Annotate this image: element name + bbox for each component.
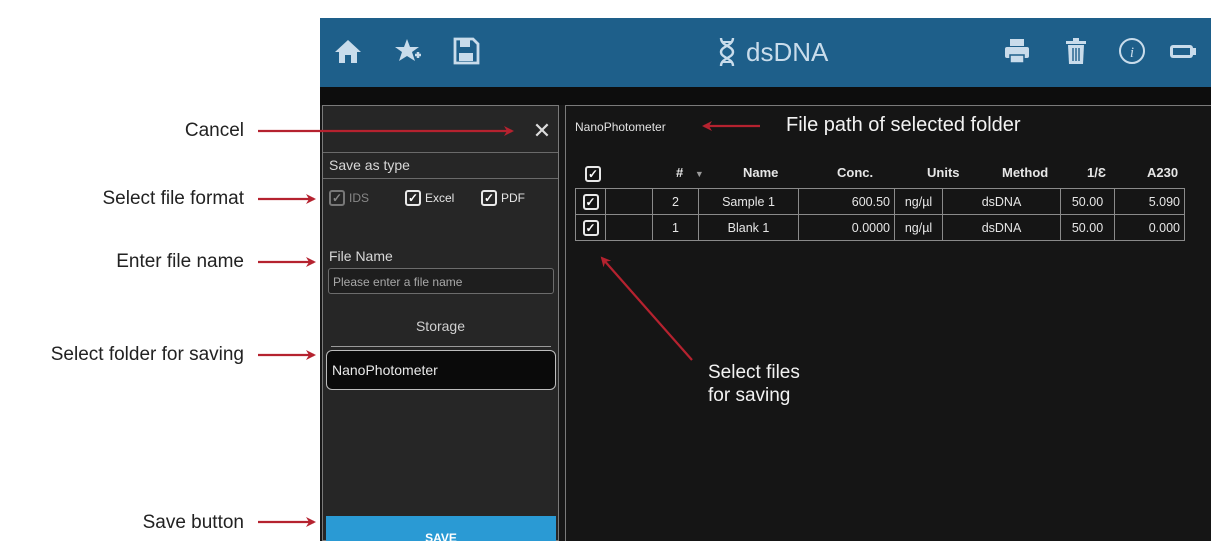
checkbox-check-icon: ✓ (481, 190, 497, 206)
folder-path: NanoPhotometer (575, 120, 666, 134)
printer-icon[interactable] (1002, 36, 1032, 66)
annotation-enter-file-name: Enter file name (116, 251, 244, 272)
checkbox-check-icon: ✓ (329, 190, 345, 206)
column-header-a230[interactable]: A230 (1147, 165, 1178, 180)
storage-label: Storage (415, 318, 466, 334)
info-icon[interactable]: i (1117, 36, 1147, 66)
results-table: ✓ 2 Sample 1 600.50 ng/µl dsDNA 50.00 5.… (575, 188, 1185, 241)
cell-conc: 0.0000 (798, 214, 895, 241)
checkbox-check-icon: ✓ (405, 190, 421, 206)
column-header-inv-e[interactable]: 1/Ɛ (1087, 165, 1106, 180)
app-title: dsDNA (718, 32, 828, 72)
cell-conc: 600.50 (798, 188, 895, 215)
divider (331, 346, 551, 347)
home-icon[interactable] (333, 36, 363, 66)
cell-inv-e: 50.00 (1060, 214, 1115, 241)
cell-num: 2 (652, 188, 699, 215)
annotation-select-files-line1: Select files (708, 362, 800, 383)
folder-item-nanophotometer[interactable]: NanoPhotometer (326, 350, 556, 390)
cell-a230: 5.090 (1114, 188, 1185, 215)
annotation-select-files-line2: for saving (708, 385, 791, 406)
app-title-text: dsDNA (746, 36, 829, 67)
cell-units: ng/µl (894, 188, 943, 215)
file-name-input[interactable]: Please enter a file name (328, 268, 554, 294)
trash-icon[interactable] (1061, 36, 1091, 66)
column-header-num[interactable]: # ▼ (676, 165, 704, 180)
column-header-method[interactable]: Method (1002, 165, 1048, 180)
save-as-type-label: Save as type (329, 157, 410, 173)
close-icon[interactable]: ✕ (531, 120, 553, 142)
format-excel-checkbox[interactable]: ✓ Excel (405, 190, 454, 206)
sort-down-icon: ▼ (694, 169, 704, 179)
annotation-select-folder: Select folder for saving (50, 344, 244, 365)
divider (323, 178, 558, 179)
cell-name: Sample 1 (698, 188, 799, 215)
column-header-conc[interactable]: Conc. (837, 165, 873, 180)
cell-method: dsDNA (942, 214, 1061, 241)
column-header-name[interactable]: Name (743, 165, 778, 180)
format-ids-label: IDS (349, 191, 370, 205)
status-strip (320, 87, 1211, 105)
annotation-save-button: Save button (142, 512, 244, 533)
dna-icon (719, 37, 735, 67)
annotation-cancel: Cancel (184, 120, 244, 141)
column-header-units[interactable]: Units (927, 165, 960, 180)
divider (323, 152, 558, 153)
format-excel-label: Excel (425, 191, 455, 205)
cell-name: Blank 1 (698, 214, 799, 241)
format-ids-checkbox: ✓ IDS (329, 190, 369, 206)
annotation-file-path: File path of selected folder (786, 114, 1021, 136)
battery-icon (1170, 45, 1196, 58)
cell-a230: 0.000 (1114, 214, 1185, 241)
results-panel: NanoPhotometer ✓ # ▼ Name Conc. Units Me… (565, 105, 1211, 541)
cell-inv-e: 50.00 (1060, 188, 1115, 215)
favorite-star-icon[interactable] (393, 36, 423, 66)
table-row[interactable]: ✓ 1 Blank 1 0.0000 ng/µl dsDNA 50.00 0.0… (575, 214, 1185, 241)
cell-method: dsDNA (942, 188, 1061, 215)
row-checkbox[interactable]: ✓ (582, 193, 599, 210)
format-pdf-label: PDF (501, 191, 525, 205)
save-disk-icon[interactable] (451, 36, 481, 66)
select-all-checkbox[interactable]: ✓ (585, 166, 601, 182)
top-bar: dsDNA i (320, 18, 1211, 87)
cell-units: ng/µl (894, 214, 943, 241)
device-screen: dsDNA i ✕ Save as type ✓ IDS ✓ Excel ✓ P… (320, 18, 1211, 541)
table-row[interactable]: ✓ 2 Sample 1 600.50 ng/µl dsDNA 50.00 5.… (575, 188, 1185, 215)
save-button[interactable]: SAVE (326, 516, 556, 541)
format-pdf-checkbox[interactable]: ✓ PDF (481, 190, 525, 206)
annotation-select-file-format: Select file format (102, 188, 245, 209)
svg-text:i: i (1130, 45, 1134, 61)
file-name-label: File Name (329, 248, 393, 264)
row-checkbox[interactable]: ✓ (582, 219, 599, 236)
save-panel: ✕ Save as type ✓ IDS ✓ Excel ✓ PDF File … (322, 105, 559, 541)
cell-num: 1 (652, 214, 699, 241)
